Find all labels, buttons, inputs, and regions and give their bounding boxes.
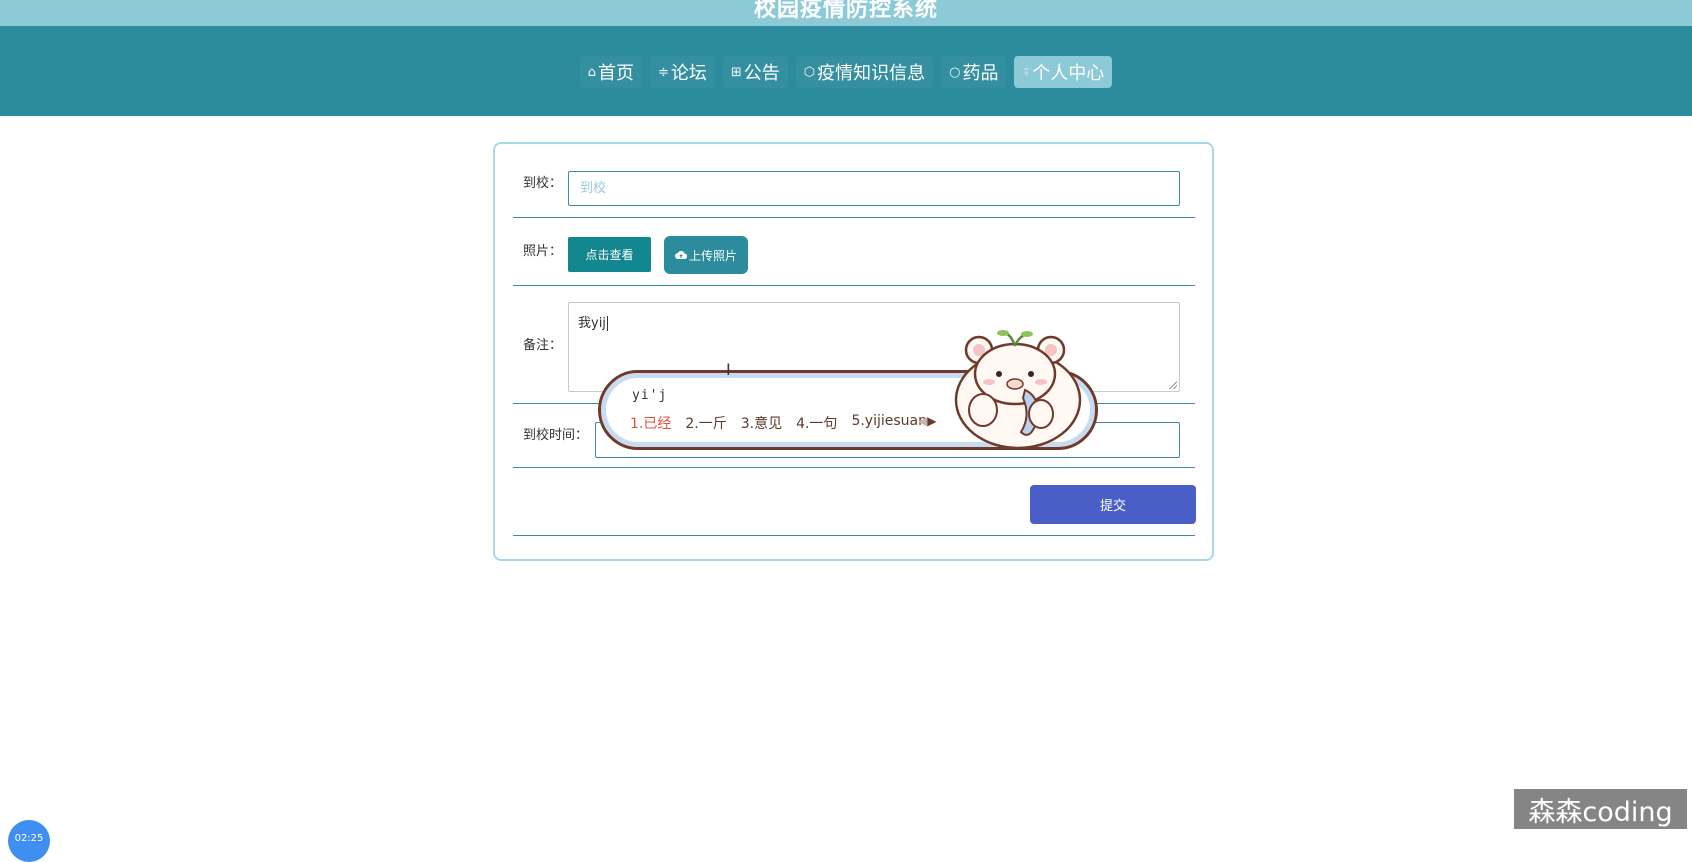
ime-candidate-popup: yi'j 1.已经 2.一斤 3.意见 4.一句 5.yijiesuan ◀▶ xyxy=(598,330,1098,452)
nav-item-label: 药品 xyxy=(962,63,999,84)
ime-candidate[interactable]: 4.一句 xyxy=(796,413,837,433)
user-icon: ⍤ xyxy=(1022,64,1031,80)
ime-candidate[interactable]: 1.已经 xyxy=(630,413,671,433)
recording-timer: 02:25 xyxy=(8,820,50,862)
sliders-icon: ≑ xyxy=(657,64,669,80)
ime-candidate[interactable]: 2.一斤 xyxy=(685,413,726,433)
watermark: 森森coding xyxy=(1514,789,1687,829)
ime-candidate-list: 1.已经 2.一斤 3.意见 4.一句 5.yijiesuan xyxy=(630,413,927,433)
timer-text: 02:25 xyxy=(14,833,44,844)
ime-candidate[interactable]: 3.意见 xyxy=(741,413,782,433)
form-card: 到校： 照片： 点击查看 上传照片 备注： 我yij 到校时间： 提交 xyxy=(493,142,1214,561)
circle-icon: ○ xyxy=(949,64,961,80)
next-page-icon[interactable]: ▶ xyxy=(927,414,936,428)
ime-candidate[interactable]: 5.yijiesuan xyxy=(851,413,927,433)
submit-button[interactable]: 提交 xyxy=(1030,485,1196,524)
nav-item-home[interactable]: ⌂ 首页 xyxy=(579,56,642,88)
title-bar: 校园疫情防控系统 xyxy=(0,0,1692,26)
bear-mascot-icon xyxy=(954,330,1082,450)
nav-item-medicine[interactable]: ○ 药品 xyxy=(941,56,1007,88)
nav-bar: ⌂ 首页 ≑ 论坛 ⊞ 公告 ⬡ 疫情知识信息 ○ 药品 ⍤ 个人中心 xyxy=(0,26,1692,116)
nav-item-personal-center[interactable]: ⍤ 个人中心 xyxy=(1014,56,1113,88)
text-cursor-icon: I xyxy=(726,360,731,379)
app-title: 校园疫情防控系统 xyxy=(753,0,938,22)
grid-icon: ⊞ xyxy=(730,64,742,80)
cube-icon: ⬡ xyxy=(803,64,816,80)
nav-item-label: 个人中心 xyxy=(1032,63,1105,84)
ime-composition: yi'j xyxy=(632,388,668,403)
nav-item-notice[interactable]: ⊞ 公告 xyxy=(722,56,788,88)
nav-item-label: 论坛 xyxy=(670,63,707,84)
nav-item-forum[interactable]: ≑ 论坛 xyxy=(649,56,715,88)
watermark-text: 森森coding xyxy=(1528,796,1673,828)
nav-item-label: 首页 xyxy=(597,63,634,84)
prev-page-icon[interactable]: ◀ xyxy=(918,414,927,428)
nav-item-label: 疫情知识信息 xyxy=(817,63,926,84)
nav-item-epidemic-knowledge[interactable]: ⬡ 疫情知识信息 xyxy=(795,56,934,88)
home-icon: ⌂ xyxy=(587,64,596,80)
nav-item-label: 公告 xyxy=(743,63,780,84)
ime-page-arrows[interactable]: ◀▶ xyxy=(918,414,936,428)
nav-menu: ⌂ 首页 ≑ 论坛 ⊞ 公告 ⬡ 疫情知识信息 ○ 药品 ⍤ 个人中心 xyxy=(0,56,1692,88)
